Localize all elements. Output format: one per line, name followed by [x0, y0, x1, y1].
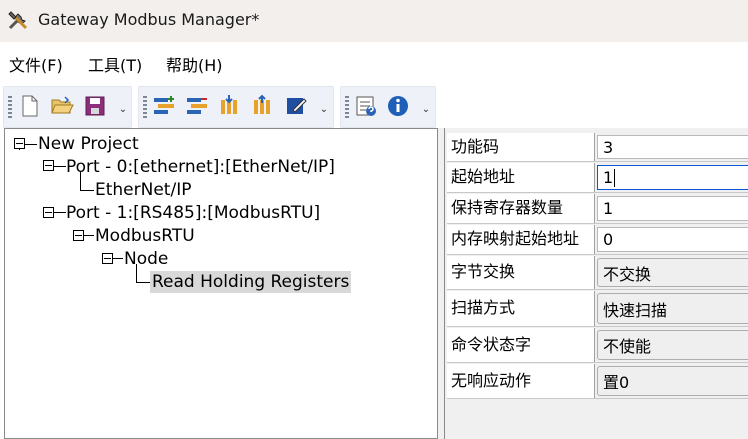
tree-node-node[interactable]: Node — [124, 248, 168, 270]
function-code-input[interactable]: 3 — [597, 135, 748, 159]
new-file-icon — [22, 95, 38, 117]
prop-row-register-count: 保持寄存器数量 1 — [447, 194, 748, 224]
tree-connector — [19, 149, 20, 150]
collapse-icon[interactable] — [102, 253, 113, 264]
memory-map-address-input[interactable]: 0 — [597, 227, 748, 252]
prop-label: 起始地址 — [447, 163, 595, 192]
menu-file[interactable]: 文件(F) — [9, 52, 63, 76]
tree-connector — [54, 166, 66, 167]
prop-label: 命令状态字 — [447, 328, 595, 362]
start-address-input[interactable]: 1 — [597, 165, 748, 190]
prop-label: 无响应动作 — [447, 364, 595, 398]
toolbar-overflow-3[interactable]: ⌄ — [421, 104, 431, 120]
properties-button[interactable] — [353, 92, 379, 120]
tree-node-project[interactable]: New Project — [38, 133, 139, 155]
toolbar-grip[interactable] — [8, 96, 12, 118]
prop-row-function-code: 功能码 3 — [447, 133, 748, 162]
about-button[interactable] — [385, 92, 411, 120]
tree-node-modbusrtu[interactable]: ModbusRTU — [95, 225, 195, 247]
tree-connector — [136, 264, 137, 282]
edit-icon — [287, 98, 307, 114]
tree-connector — [80, 190, 94, 191]
properties-icon — [356, 96, 376, 116]
tree-connector — [136, 282, 150, 283]
tree-node-port-1[interactable]: Port - 1:[RS485]:[ModbusRTU] — [66, 202, 320, 224]
command-status-select[interactable]: 不使能 — [597, 330, 748, 360]
prop-row-start-address: 起始地址 1 — [447, 163, 748, 193]
import-button[interactable] — [217, 92, 243, 120]
tree-connector — [25, 144, 37, 145]
prop-label: 内存映射起始地址 — [447, 225, 595, 254]
tree-connector — [54, 212, 66, 213]
about-icon — [388, 96, 408, 116]
menu-help[interactable]: 帮助(H) — [166, 52, 223, 76]
toolbar-overflow-1[interactable]: ⌄ — [118, 104, 128, 120]
add-port-icon — [154, 96, 174, 114]
save-icon — [85, 96, 105, 116]
collapse-icon[interactable] — [73, 230, 84, 241]
text-caret — [614, 168, 616, 187]
tree-node-port-0[interactable]: Port - 0:[ethernet]:[EtherNet/IP] — [66, 156, 335, 178]
prop-row-scan-mode: 扫描方式 快速扫描 — [447, 291, 748, 327]
prop-row-memory-map-address: 内存映射起始地址 0 — [447, 225, 748, 255]
prop-row-no-response-action: 无响应动作 置0 — [447, 364, 748, 399]
collapse-icon[interactable] — [14, 138, 25, 149]
open-button[interactable] — [49, 92, 75, 120]
prop-label: 扫描方式 — [447, 291, 595, 326]
register-count-input[interactable]: 1 — [597, 196, 748, 221]
export-icon — [254, 94, 270, 114]
scan-mode-select[interactable]: 快速扫描 — [597, 293, 748, 324]
prop-label: 保持寄存器数量 — [447, 194, 595, 223]
import-icon — [221, 95, 237, 114]
collapse-icon[interactable] — [43, 207, 54, 218]
tree-node-ethernet-ip[interactable]: EtherNet/IP — [95, 179, 191, 201]
prop-label: 功能码 — [447, 133, 595, 161]
tree-connector — [113, 258, 123, 259]
remove-port-button[interactable] — [184, 92, 210, 120]
remove-port-icon — [187, 98, 207, 114]
toolbar-overflow-2[interactable]: ⌄ — [319, 104, 329, 120]
tree-node-read-holding-registers[interactable]: Read Holding Registers — [150, 271, 352, 293]
open-folder-icon — [51, 96, 74, 114]
tree-connector — [84, 235, 94, 236]
prop-row-command-status: 命令状态字 不使能 — [447, 328, 748, 363]
no-response-action-select[interactable]: 置0 — [597, 366, 748, 396]
window-title: Gateway Modbus Manager* — [38, 10, 260, 29]
new-file-button[interactable] — [17, 92, 43, 120]
export-button[interactable] — [250, 92, 276, 120]
tree-connector — [80, 172, 81, 190]
prop-row-byte-swap: 字节交换 不交换 — [447, 256, 748, 290]
add-port-button[interactable] — [151, 92, 177, 120]
prop-label: 字节交换 — [447, 256, 595, 289]
edit-button[interactable] — [284, 92, 310, 120]
toolbar-grip[interactable] — [345, 96, 349, 118]
collapse-icon[interactable] — [43, 160, 54, 171]
start-address-value: 1 — [603, 168, 614, 187]
byte-swap-select[interactable]: 不交换 — [597, 258, 748, 287]
app-tools-icon — [8, 11, 28, 30]
toolbar-grip[interactable] — [143, 96, 147, 118]
menu-tools[interactable]: 工具(T) — [88, 52, 142, 76]
save-button[interactable] — [82, 92, 108, 120]
